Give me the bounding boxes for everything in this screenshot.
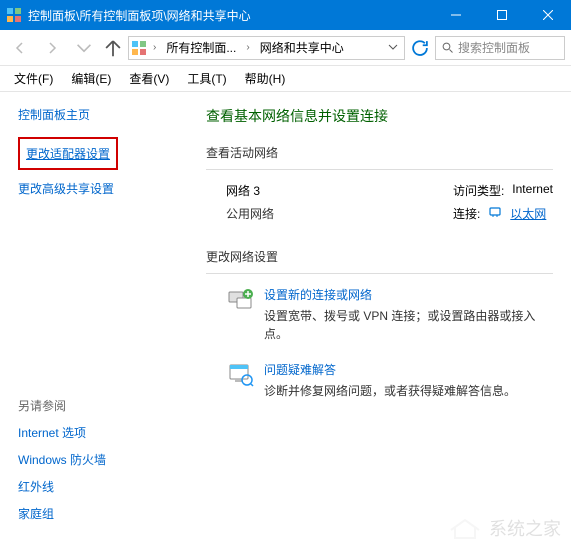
access-type-value: Internet [512,182,553,199]
network-row: 网络 3 公用网络 访问类型: Internet 连接: 以太网 [206,182,553,228]
see-also-firewall[interactable]: Windows 防火墙 [18,451,182,468]
titlebar: 控制面板\所有控制面板项\网络和共享中心 [0,0,571,30]
maximize-button[interactable] [479,0,525,30]
window-title: 控制面板\所有控制面板项\网络和共享中心 [28,7,433,24]
search-input[interactable]: 搜索控制面板 [435,36,565,60]
chevron-right-icon[interactable]: › [244,42,251,53]
address-bar-row: › 所有控制面... › 网络和共享中心 搜索控制面板 [0,30,571,66]
access-type-label: 访问类型: [453,182,504,199]
menu-view[interactable]: 查看(V) [121,68,177,89]
refresh-button[interactable] [409,37,431,59]
new-connection-desc: 设置宽带、拨号或 VPN 连接；或设置路由器或接入点。 [264,307,553,343]
address-bar[interactable]: › 所有控制面... › 网络和共享中心 [128,36,405,60]
sidebar: 控制面板主页 更改适配器设置 更改高级共享设置 另请参阅 Internet 选项… [0,92,200,552]
ethernet-icon [488,205,502,219]
troubleshoot-link[interactable]: 问题疑难解答 [264,361,516,378]
close-button[interactable] [525,0,571,30]
see-also-homegroup[interactable]: 家庭组 [18,505,182,522]
network-name: 网络 3 [226,182,274,199]
breadcrumb-all-items[interactable]: 所有控制面... [162,39,240,56]
menu-help[interactable]: 帮助(H) [237,68,294,89]
search-icon [442,42,454,54]
address-dropdown-icon[interactable] [384,41,402,55]
task-new-connection: 设置新的连接或网络 设置宽带、拨号或 VPN 连接；或设置路由器或接入点。 [206,286,553,343]
connection-label: 连接: [453,205,480,222]
menu-edit[interactable]: 编辑(E) [63,68,119,89]
back-button[interactable] [6,35,34,61]
control-panel-home-link[interactable]: 控制面板主页 [18,106,182,123]
divider [206,273,553,274]
connection-link[interactable]: 以太网 [510,205,546,222]
address-icon [131,40,147,56]
menu-file[interactable]: 文件(F) [6,68,61,89]
new-connection-icon [226,286,254,314]
search-placeholder: 搜索控制面板 [458,39,530,56]
active-networks-label: 查看活动网络 [206,144,553,161]
divider [206,169,553,170]
see-also-heading: 另请参阅 [18,397,182,414]
highlight-box: 更改适配器设置 [18,137,118,170]
see-also-internet-options[interactable]: Internet 选项 [18,424,182,441]
forward-button[interactable] [38,35,66,61]
see-also-infrared[interactable]: 红外线 [18,478,182,495]
troubleshoot-desc: 诊断并修复网络问题，或者获得疑难解答信息。 [264,382,516,400]
troubleshoot-icon [226,361,254,389]
new-connection-link[interactable]: 设置新的连接或网络 [264,286,553,303]
chevron-right-icon[interactable]: › [151,42,158,53]
menubar: 文件(F) 编辑(E) 查看(V) 工具(T) 帮助(H) [0,66,571,92]
menu-tools[interactable]: 工具(T) [179,68,234,89]
recent-dropdown[interactable] [70,35,98,61]
task-troubleshoot: 问题疑难解答 诊断并修复网络问题，或者获得疑难解答信息。 [206,361,553,400]
main-panel: 查看基本网络信息并设置连接 查看活动网络 网络 3 公用网络 访问类型: Int… [200,92,571,552]
window-controls [433,0,571,30]
breadcrumb-current[interactable]: 网络和共享中心 [256,39,348,56]
minimize-button[interactable] [433,0,479,30]
change-adapter-link[interactable]: 更改适配器设置 [26,145,110,162]
change-settings-label: 更改网络设置 [206,248,553,265]
control-panel-icon [6,7,22,23]
advanced-sharing-link[interactable]: 更改高级共享设置 [18,180,182,197]
up-button[interactable] [102,37,124,59]
page-title: 查看基本网络信息并设置连接 [206,106,553,126]
content-area: 控制面板主页 更改适配器设置 更改高级共享设置 另请参阅 Internet 选项… [0,92,571,552]
network-type: 公用网络 [226,205,274,222]
